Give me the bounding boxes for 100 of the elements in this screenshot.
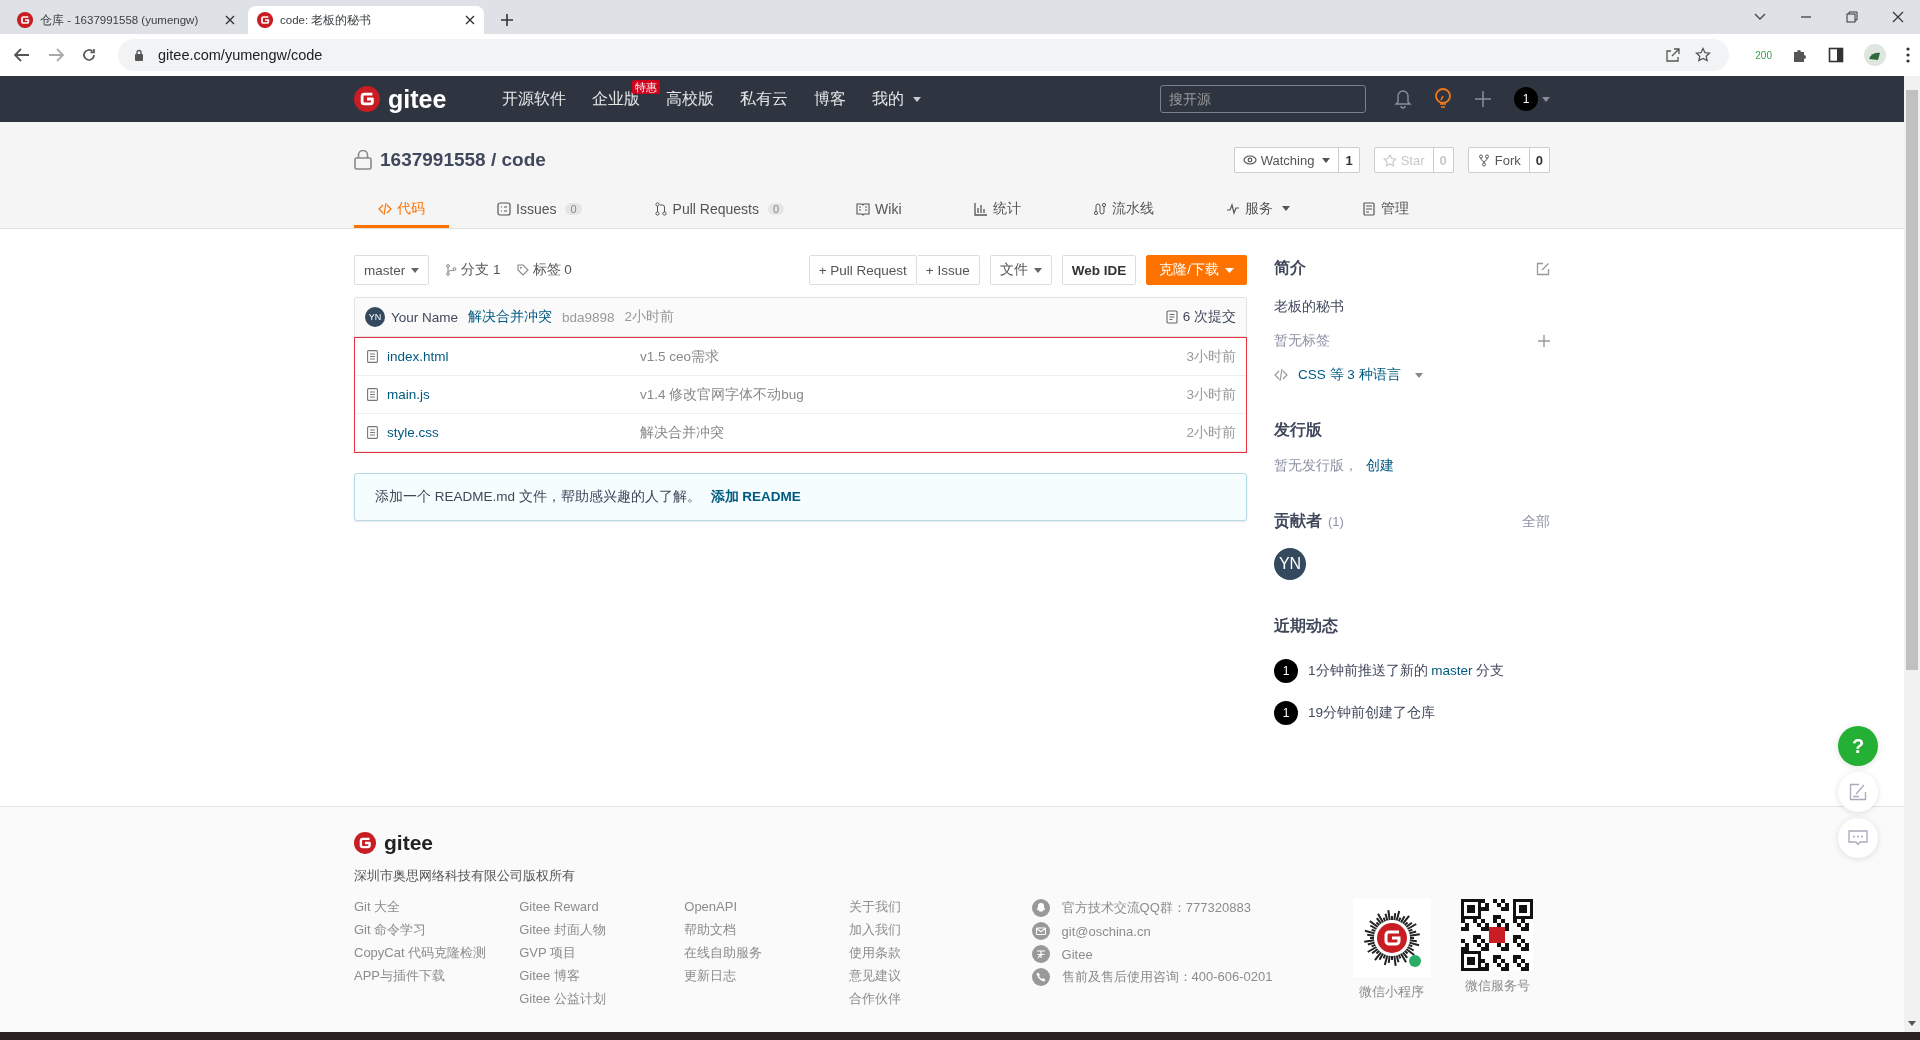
restore-icon[interactable] bbox=[1846, 11, 1858, 23]
qr-caption: 微信服务号 bbox=[1464, 977, 1530, 995]
activity-text: 19分钟前创建了仓库 bbox=[1308, 704, 1436, 722]
repo-tab[interactable]: Issues 0 bbox=[473, 192, 606, 228]
pr-icon bbox=[653, 201, 668, 216]
commit-message[interactable]: 解决合并冲突 bbox=[640, 423, 1178, 442]
extension-badge[interactable]: 200 bbox=[1755, 49, 1772, 61]
side-panel-icon[interactable] bbox=[1828, 47, 1844, 63]
commit-time: 2小时前 bbox=[624, 308, 675, 326]
wiki-icon bbox=[856, 201, 871, 216]
commit-message[interactable]: v1.4 修改官网字体不动bug bbox=[640, 385, 1178, 404]
browser-tab[interactable]: code: 老板的秘书 bbox=[248, 6, 484, 34]
tags-empty-text: 暂无标签 bbox=[1274, 332, 1330, 350]
browser-tab[interactable]: 仓库 - 1637991558 (yumengw) bbox=[8, 6, 244, 34]
contact-text: Gitee bbox=[1061, 946, 1093, 962]
user-avatar[interactable]: 1 bbox=[1274, 659, 1298, 683]
close-icon[interactable] bbox=[225, 15, 235, 25]
gitee-logo-icon bbox=[354, 832, 376, 854]
repo-tab[interactable]: Pull Requests 0 bbox=[629, 192, 809, 228]
promo-badge: 特惠 bbox=[632, 79, 661, 94]
file-name[interactable]: index.html bbox=[387, 349, 631, 364]
file-name[interactable]: main.js bbox=[387, 387, 631, 402]
contact-text: 官方技术交流QQ群：777320883 bbox=[1061, 899, 1251, 917]
web-ide-button[interactable]: Web IDE bbox=[1061, 255, 1137, 285]
phone-icon bbox=[1031, 968, 1050, 986]
count-label[interactable]: 1 bbox=[1339, 148, 1359, 172]
history-icon bbox=[1165, 310, 1178, 324]
repo-tab[interactable]: Wiki bbox=[832, 192, 926, 228]
chevron-down-icon[interactable] bbox=[1754, 13, 1766, 21]
repo-tab[interactable]: 服务 bbox=[1201, 192, 1314, 228]
commit-time: 3小时前 bbox=[1186, 347, 1236, 366]
pipeline-icon bbox=[1092, 201, 1107, 216]
gitee-logo[interactable]: gitee bbox=[354, 84, 447, 114]
branch-select[interactable]: master bbox=[354, 255, 430, 285]
tag-icon bbox=[516, 264, 529, 276]
activity-text: 1分钟前推送了新的 master 分支 bbox=[1308, 662, 1505, 680]
manage-icon bbox=[1361, 201, 1376, 216]
share-icon[interactable] bbox=[1665, 47, 1682, 63]
star-icon[interactable] bbox=[1695, 47, 1712, 63]
tags-link[interactable]: 标签 0 bbox=[516, 261, 572, 279]
caret-icon[interactable] bbox=[1542, 96, 1550, 102]
nav-link[interactable]: 私有云 bbox=[740, 88, 789, 110]
scrollbar[interactable] bbox=[1904, 76, 1920, 1032]
scroll-down-icon[interactable] bbox=[1908, 1021, 1916, 1026]
menu-icon[interactable] bbox=[1906, 47, 1910, 63]
mail-icon bbox=[1031, 922, 1050, 940]
commit-message[interactable]: v1.5 ceo需求 bbox=[640, 347, 1178, 366]
contributor-avatar[interactable]: YN bbox=[1274, 548, 1306, 580]
commit-message[interactable]: 解决合并冲突 bbox=[468, 308, 553, 326]
gitee-logo-icon bbox=[354, 86, 380, 112]
author-avatar: YN bbox=[365, 307, 385, 327]
file-menu-button[interactable]: 文件 bbox=[989, 255, 1052, 285]
close-icon[interactable] bbox=[465, 15, 475, 25]
nav-link[interactable]: 开源软件 bbox=[502, 88, 567, 110]
nav-link[interactable]: 高校版 bbox=[666, 88, 715, 110]
languages-link[interactable]: CSS 等 3 种语言 bbox=[1274, 366, 1550, 384]
puzzle-icon[interactable] bbox=[1792, 47, 1808, 63]
gitee-logo[interactable]: gitee bbox=[354, 831, 1550, 855]
section-title: 发行版 bbox=[1274, 420, 1323, 440]
commit-count[interactable]: 6 次提交 bbox=[1165, 308, 1236, 326]
edit-icon bbox=[1849, 783, 1867, 801]
reload-icon[interactable] bbox=[82, 48, 96, 62]
issues-icon bbox=[497, 201, 511, 216]
author-name[interactable]: Your Name bbox=[391, 309, 459, 325]
count-badge: 0 bbox=[768, 202, 785, 215]
close-icon[interactable] bbox=[1892, 11, 1904, 23]
plus-icon[interactable] bbox=[1474, 90, 1492, 108]
add-readme-link[interactable]: 添加 README bbox=[710, 489, 801, 504]
nav-link[interactable]: 我的 bbox=[872, 88, 922, 110]
count-label[interactable]: 0 bbox=[1529, 148, 1549, 172]
file-name[interactable]: style.css bbox=[387, 425, 631, 440]
repo-title[interactable]: 1637991558 / code bbox=[380, 149, 546, 171]
repo-tab[interactable]: 管理 bbox=[1337, 192, 1433, 228]
fork-button[interactable]: Fork bbox=[1468, 148, 1530, 172]
branch-link[interactable]: master bbox=[1431, 663, 1473, 678]
back-icon[interactable] bbox=[14, 48, 30, 62]
user-avatar[interactable]: 1 bbox=[1514, 87, 1538, 111]
new-tab-icon[interactable] bbox=[500, 13, 514, 27]
repo-tab[interactable]: 流水线 bbox=[1068, 192, 1178, 228]
search-field[interactable]: 搜开源 bbox=[1160, 85, 1366, 113]
watch-button[interactable]: Watching bbox=[1234, 148, 1340, 172]
url-text: gitee.com/yumengw/code bbox=[158, 47, 323, 63]
profile-avatar-icon[interactable] bbox=[1864, 44, 1886, 66]
branches-link[interactable]: 分支 1 bbox=[445, 261, 501, 279]
create-release-link[interactable]: 创建 bbox=[1366, 458, 1394, 473]
pull-request-button[interactable]: + Pull Request bbox=[808, 255, 917, 285]
bell-icon[interactable] bbox=[1394, 89, 1412, 109]
file-icon bbox=[367, 350, 378, 363]
user-avatar[interactable]: 1 bbox=[1274, 701, 1298, 725]
section-title: 贡献者 bbox=[1274, 511, 1322, 532]
address-bar[interactable]: gitee.com/yumengw/code bbox=[118, 39, 1730, 71]
issue-button[interactable]: + Issue bbox=[916, 255, 980, 285]
nav-link[interactable]: 博客 bbox=[814, 88, 847, 110]
count-badge: 0 bbox=[565, 202, 582, 215]
repo-tab[interactable]: 统计 bbox=[949, 192, 1045, 228]
releases-empty-text: 暂无发行版， 创建 bbox=[1274, 458, 1394, 473]
contact-text: 售前及售后使用咨询：400-606-0201 bbox=[1061, 968, 1273, 986]
edit-icon[interactable] bbox=[1536, 261, 1550, 276]
lightbulb-icon[interactable] bbox=[1434, 88, 1452, 110]
add-icon[interactable] bbox=[1538, 335, 1550, 347]
